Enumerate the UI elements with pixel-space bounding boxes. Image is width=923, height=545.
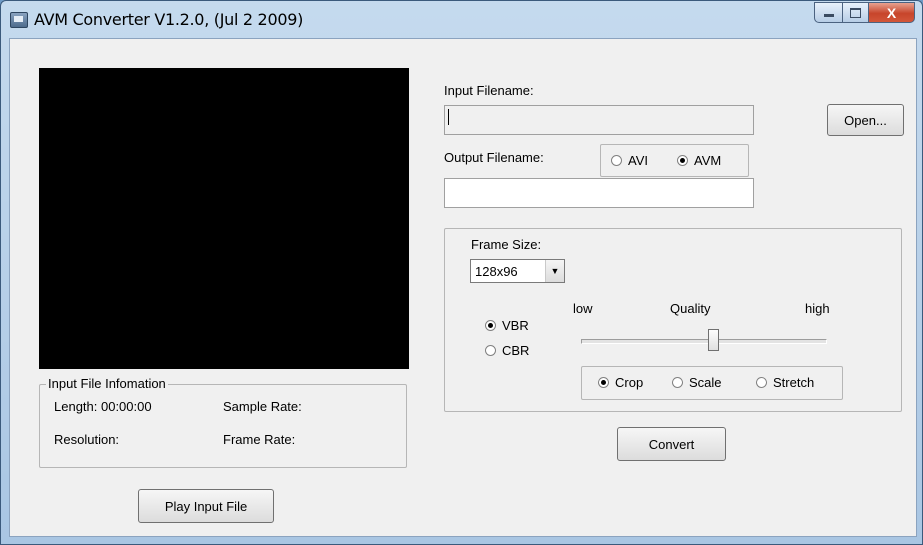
close-button[interactable]: X — [869, 2, 915, 23]
quality-slider-thumb[interactable] — [707, 329, 719, 351]
settings-group: Frame Size: 128x96 ▼ VBR CBR low Quality… — [444, 228, 902, 412]
quality-label: Quality — [670, 301, 711, 316]
title-bar[interactable]: AVM Converter V1.2.0, (Jul 2 2009) X — [1, 1, 922, 35]
length-label: Length: 00:00:00 — [54, 399, 152, 414]
caption-buttons: X — [814, 2, 915, 23]
input-info-group: Input File Infomation Length: 00:00:00 S… — [39, 376, 407, 468]
crop-label: Crop — [615, 375, 644, 390]
play-input-file-button[interactable]: Play Input File — [138, 489, 274, 523]
format-avm-label: AVM — [694, 153, 722, 168]
app-window: AVM Converter V1.2.0, (Jul 2 2009) X Inp… — [0, 0, 923, 545]
radio-button-icon — [672, 377, 683, 388]
vbr-radio[interactable]: VBR — [485, 318, 529, 333]
output-format-group: AVI AVM — [600, 144, 749, 177]
vbr-label: VBR — [502, 318, 529, 333]
chevron-down-icon: ▼ — [545, 260, 564, 282]
maximize-icon — [850, 7, 861, 18]
minimize-button[interactable] — [814, 2, 843, 23]
convert-button[interactable]: Convert — [617, 427, 726, 461]
scale-label: Scale — [689, 375, 722, 390]
client-area: Input File Infomation Length: 00:00:00 S… — [9, 38, 917, 537]
cbr-label: CBR — [502, 343, 530, 358]
output-filename-field[interactable] — [444, 178, 754, 208]
crop-radio[interactable]: Crop — [598, 375, 643, 390]
frame-size-select[interactable]: 128x96 ▼ — [470, 259, 565, 283]
text-caret — [448, 109, 449, 125]
input-filename-label: Input Filename: — [444, 83, 534, 98]
frame-size-value: 128x96 — [475, 263, 518, 279]
frame-rate-label: Frame Rate: — [223, 432, 296, 447]
format-avi-label: AVI — [628, 153, 648, 168]
stretch-label: Stretch — [773, 375, 815, 390]
cbr-radio[interactable]: CBR — [485, 343, 529, 358]
sample-rate-label: Sample Rate: — [223, 399, 302, 414]
radio-button-icon — [756, 377, 767, 388]
radio-button-icon — [611, 155, 622, 166]
resolution-label: Resolution: — [54, 432, 120, 447]
quality-low-label: low — [573, 301, 593, 316]
app-icon — [10, 12, 28, 28]
maximize-button[interactable] — [843, 2, 869, 23]
quality-high-label: high — [805, 301, 830, 316]
format-avm-radio[interactable]: AVM — [677, 153, 721, 168]
scale-mode-group: Crop Scale Stretch — [581, 366, 843, 400]
output-filename-label: Output Filename: — [444, 150, 544, 165]
close-icon: X — [886, 4, 897, 21]
radio-button-icon — [485, 345, 496, 356]
input-info-group-title: Input File Infomation — [46, 376, 168, 391]
minimize-icon — [823, 14, 834, 17]
input-filename-field[interactable] — [444, 105, 754, 135]
video-preview — [39, 68, 409, 369]
radio-button-checked-icon — [485, 320, 496, 331]
window-title: AVM Converter V1.2.0, (Jul 2 2009) — [34, 10, 304, 29]
quality-slider-track[interactable] — [581, 339, 827, 344]
open-button[interactable]: Open... — [827, 104, 904, 136]
radio-button-checked-icon — [598, 377, 609, 388]
frame-size-label: Frame Size: — [471, 237, 542, 252]
stretch-radio[interactable]: Stretch — [756, 375, 814, 390]
scale-radio[interactable]: Scale — [672, 375, 722, 390]
format-avi-radio[interactable]: AVI — [611, 153, 648, 168]
radio-button-checked-icon — [677, 155, 688, 166]
